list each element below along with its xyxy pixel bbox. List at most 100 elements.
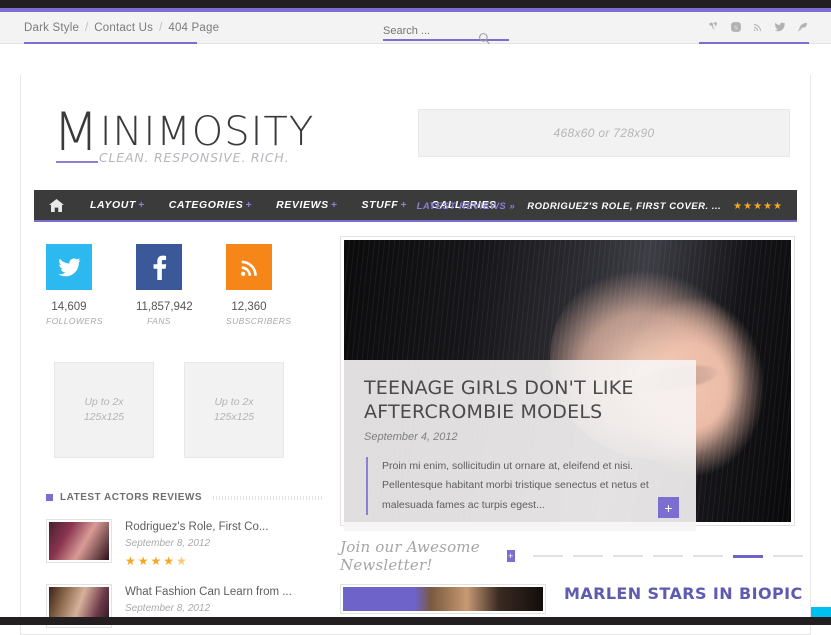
counter-twitter: 14,609 FOLLOWERS xyxy=(46,244,103,326)
rating-half-star: ★ xyxy=(176,554,189,568)
breadcrumb-separator: / xyxy=(159,21,163,34)
content-area: 14,609 FOLLOWERS 11,857,942 FANS 12,360 … xyxy=(21,222,810,628)
breadcrumb-item-dark-style[interactable]: Dark Style xyxy=(24,22,79,34)
logo-rest: INIMOSITY xyxy=(99,108,315,155)
search-icon[interactable] xyxy=(478,32,491,50)
slider-dot-5[interactable] xyxy=(692,555,723,557)
rating-full-stars: ★★★★ xyxy=(125,554,177,568)
vimeo-icon[interactable] xyxy=(708,21,720,33)
hero-excerpt: Proin mi enim, sollicitudin ut ornare at… xyxy=(366,456,651,516)
widget-bullet-icon xyxy=(46,494,53,501)
nav-item-label: LAYOUT xyxy=(90,199,136,211)
rss-icon[interactable] xyxy=(226,244,272,290)
search-box[interactable] xyxy=(383,21,509,41)
list-item[interactable]: Rodriguez's Role, First Co... September … xyxy=(46,519,324,568)
twitter-icon[interactable] xyxy=(46,244,92,290)
slider-dot-6-active[interactable] xyxy=(732,554,763,558)
bottom-dark-strip xyxy=(0,617,831,625)
nav-submenu-plus: + xyxy=(245,199,253,211)
review-thumbnail[interactable] xyxy=(46,519,112,563)
nav-submenu-plus: + xyxy=(138,199,145,211)
top-dark-strip xyxy=(0,0,831,8)
feather-icon[interactable] xyxy=(796,21,809,33)
logo-capital: M xyxy=(53,101,100,163)
sidebar-ad-placeholder-1[interactable]: Up to 2x 125x125 xyxy=(54,362,154,458)
logo-tagline: CLEAN. RESPONSIVE. RICH. xyxy=(99,149,290,165)
nav-item-label: STUFF xyxy=(361,199,399,211)
widget-title: LATEST ACTORS REVIEWS xyxy=(60,492,202,503)
slider-pagination xyxy=(532,554,803,558)
review-rating: ★★★★★ xyxy=(125,554,268,568)
featured-slider[interactable]: TEENAGE GIRLS DON'T LIKE AFTERCROMBIE MO… xyxy=(340,236,795,532)
review-title[interactable]: What Fashion Can Learn from ... xyxy=(125,586,292,598)
main-navigation: LAYOUT + CATEGORIES + REVIEWS + STUFF + GALL… xyxy=(34,190,797,222)
ad-line-2: 125x125 xyxy=(83,411,125,423)
slider-dot-4[interactable] xyxy=(652,555,683,557)
sidebar: 14,609 FOLLOWERS 11,857,942 FANS 12,360 … xyxy=(34,236,324,628)
newsletter-expand-button[interactable]: + xyxy=(506,550,515,562)
breadcrumb-separator: / xyxy=(85,21,89,34)
logo-accent-rule xyxy=(56,160,98,163)
search-input[interactable] xyxy=(383,25,491,41)
counter-value: 12,360 xyxy=(231,301,267,313)
newsletter-and-slider-controls: Join our Awesome Newsletter! + xyxy=(340,538,803,574)
counter-facebook: 11,857,942 FANS xyxy=(136,244,193,326)
newsletter-headline: Join our Awesome Newsletter! xyxy=(340,538,480,574)
sidebar-ads-widget: Up to 2x 125x125 Up to 2x 125x125 xyxy=(46,362,324,458)
sidebar-ad-placeholder-2[interactable]: Up to 2x 125x125 xyxy=(184,362,284,458)
page-container: MINIMOSITY CLEAN. RESPONSIVE. RICH. 468x… xyxy=(20,75,811,635)
counter-label: SUBSCRIBERS xyxy=(226,316,292,326)
slider-dot-7[interactable] xyxy=(772,555,803,557)
counter-label: FOLLOWERS xyxy=(46,316,103,326)
hero-caption-overlay: TEENAGE GIRLS DON'T LIKE AFTERCROMBIE MO… xyxy=(344,360,696,532)
next-post-thumbnail[interactable] xyxy=(340,584,546,614)
review-title[interactable]: Rodriguez's Role, First Co... xyxy=(125,521,268,533)
slider-dot-2[interactable] xyxy=(572,555,603,557)
counter-label: FANS xyxy=(147,316,171,326)
review-meta: Rodriguez's Role, First Co... September … xyxy=(125,519,268,568)
nav-submenu-plus: + xyxy=(330,199,338,211)
ad-line-1: Up to 2x xyxy=(214,395,254,408)
facebook-icon[interactable] xyxy=(136,244,182,290)
nav-item-layout[interactable]: LAYOUT + xyxy=(78,199,157,211)
social-links: S xyxy=(708,21,809,33)
latest-reviews-link[interactable]: LATEST REVIEWS » xyxy=(417,201,516,212)
nav-item-reviews[interactable]: REVIEWS + xyxy=(264,199,349,211)
counter-value: 11,857,942 xyxy=(136,301,193,313)
header-ad-placeholder[interactable]: 468x60 or 728x90 xyxy=(418,109,790,157)
nav-item-categories[interactable]: CATEGORIES + xyxy=(157,199,264,211)
slider-dot-3[interactable] xyxy=(612,555,643,557)
nav-latest-reviews-ticker: LATEST REVIEWS » RODRIGUEZ'S ROLE, FIRST… xyxy=(417,190,783,222)
latest-review-rating: ★★★★★ xyxy=(733,200,783,212)
next-post-title[interactable]: MARLEN STARS IN BIOPIC xyxy=(564,584,803,614)
breadcrumb-item-404-page[interactable]: 404 Page xyxy=(168,22,219,34)
utility-bar: Dark Style / Contact Us / 404 Page S xyxy=(0,12,831,45)
twitter-icon[interactable] xyxy=(774,21,786,33)
latest-review-title[interactable]: RODRIGUEZ'S ROLE, FIRST COVER. ... xyxy=(527,201,721,212)
site-header: MINIMOSITY CLEAN. RESPONSIVE. RICH. 468x… xyxy=(21,75,810,190)
social-counters-widget: 14,609 FOLLOWERS 11,857,942 FANS 12,360 … xyxy=(46,236,324,326)
nav-item-label: CATEGORIES xyxy=(168,199,244,211)
site-logo[interactable]: MINIMOSITY CLEAN. RESPONSIVE. RICH. xyxy=(53,106,315,165)
next-post-preview[interactable]: MARLEN STARS IN BIOPIC xyxy=(340,584,803,614)
slider-dot-1[interactable] xyxy=(532,555,563,557)
hero-title[interactable]: TEENAGE GIRLS DON'T LIKE AFTERCROMBIE MO… xyxy=(344,377,696,425)
breadcrumb: Dark Style / Contact Us / 404 Page xyxy=(24,21,219,44)
counter-rss: 12,360 SUBSCRIBERS xyxy=(226,244,292,326)
widget-dotted-rule xyxy=(213,495,324,500)
rss-icon[interactable] xyxy=(752,21,764,33)
skype-icon[interactable]: S xyxy=(730,21,742,33)
social-underline xyxy=(699,42,809,44)
hero-expand-button[interactable]: + xyxy=(658,497,679,519)
home-icon[interactable] xyxy=(34,198,78,212)
hero-date: September 4, 2012 xyxy=(364,430,458,443)
ad-line-2: 125x125 xyxy=(213,411,255,423)
review-date: September 8, 2012 xyxy=(125,603,211,614)
review-date: September 8, 2012 xyxy=(125,538,211,549)
ad-line-1: Up to 2x xyxy=(84,395,124,408)
breadcrumb-item-contact-us[interactable]: Contact Us xyxy=(94,22,153,34)
nav-submenu-plus: + xyxy=(400,199,408,211)
svg-text:S: S xyxy=(734,25,738,32)
nav-item-stuff[interactable]: STUFF + xyxy=(349,199,419,211)
widget-heading-latest-actors-reviews: LATEST ACTORS REVIEWS xyxy=(46,492,324,503)
